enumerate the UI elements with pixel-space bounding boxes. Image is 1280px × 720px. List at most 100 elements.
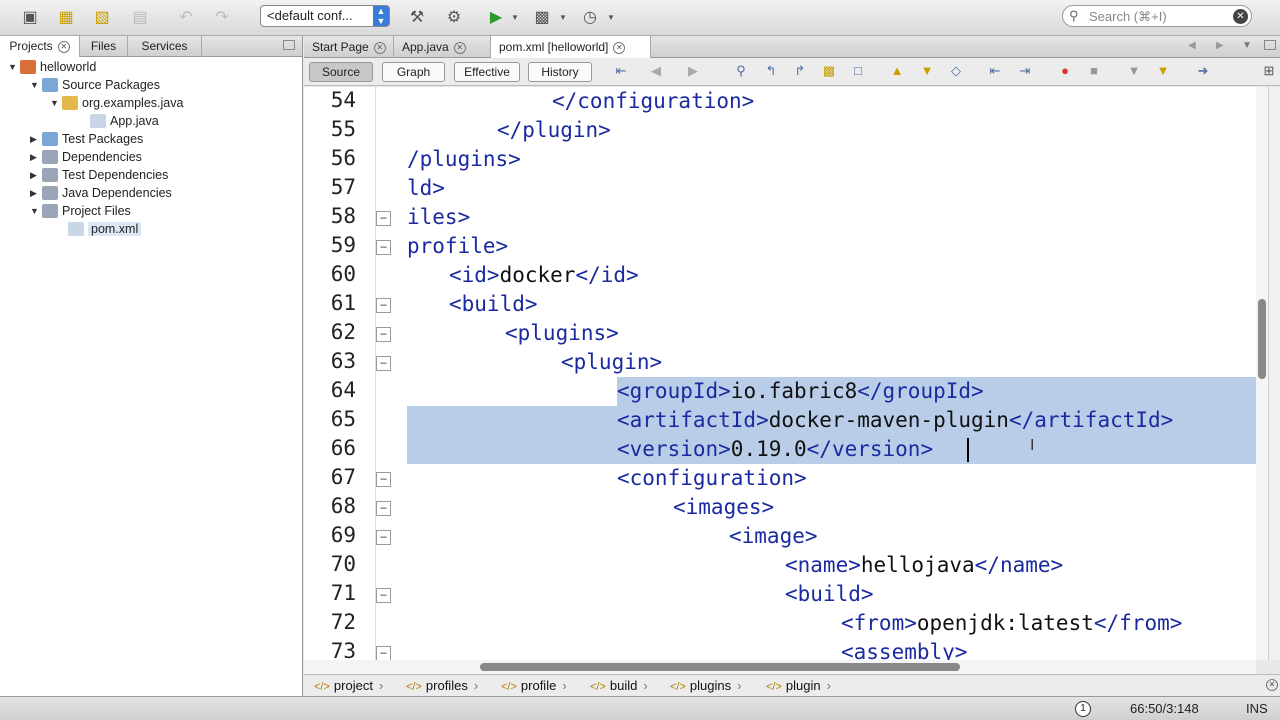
toggle-highlight-icon[interactable]: ▩ [820, 63, 838, 81]
code-line[interactable]: <images> [407, 493, 1256, 522]
view-effective-button[interactable]: Effective [454, 62, 520, 82]
tree-item-test-packages[interactable]: ▶ Test Packages [30, 130, 143, 148]
code-line[interactable]: <configuration> [407, 464, 1256, 493]
find-next-icon[interactable]: ↱ [791, 63, 809, 81]
shift-left-icon[interactable]: ⇤ [986, 63, 1004, 81]
code-line[interactable]: <id>docker</id> [407, 261, 1256, 290]
view-graph-button[interactable]: Graph [382, 62, 445, 82]
profile-menu-chevron-icon[interactable]: ▼ [599, 6, 623, 28]
breadcrumb-item-plugins[interactable]: </> plugins › [670, 678, 741, 693]
breadcrumb-item-profile[interactable]: </> profile › [501, 678, 567, 693]
tab-projects[interactable]: Projects ✕ [0, 36, 80, 57]
code-line[interactable]: <groupId>io.fabric8</groupId> [407, 377, 1256, 406]
search-input[interactable]: ⚲ Search (⌘+I) ✕ [1062, 5, 1252, 27]
code-line[interactable]: /plugins> [407, 145, 1256, 174]
vertical-scroll-thumb[interactable] [1258, 299, 1266, 379]
tab-list-chevron-icon[interactable]: ▼ [1242, 40, 1252, 51]
code-line[interactable]: <image> [407, 522, 1256, 551]
clean-build-icon[interactable]: ⚙ [442, 6, 466, 28]
check-xml-icon[interactable]: ▼ [1125, 63, 1143, 81]
scroll-tabs-right-icon[interactable]: ▶ [1216, 40, 1224, 51]
fold-toggle-icon[interactable]: − [376, 327, 391, 342]
fold-toggle-icon[interactable]: − [376, 588, 391, 603]
tab-start-page[interactable]: Start Page ✕ [304, 36, 394, 58]
configuration-select[interactable]: <default conf... ▲ ▼ [260, 5, 390, 27]
tree-item-pom-xml[interactable]: pom.xml [56, 220, 142, 238]
build-hammer-icon[interactable]: ⚒ [405, 6, 429, 28]
close-icon[interactable]: ✕ [453, 41, 466, 54]
close-icon[interactable]: ✕ [57, 40, 70, 53]
code-line[interactable]: <name>hellojava</name> [407, 551, 1256, 580]
notifications-badge[interactable]: 1 [1075, 701, 1091, 717]
view-source-button[interactable]: Source [309, 62, 373, 82]
code-line[interactable]: profile> [407, 232, 1256, 261]
open-project-icon[interactable]: ▧ [90, 6, 114, 28]
tree-item-java-dependencies[interactable]: ▶ Java Dependencies [30, 184, 172, 202]
new-file-icon[interactable]: ▣ [18, 6, 42, 28]
tree-item-dependencies[interactable]: ▶ Dependencies [30, 148, 142, 166]
fold-toggle-icon[interactable]: − [376, 646, 391, 660]
fold-toggle-icon[interactable]: − [376, 356, 391, 371]
breadcrumb-item-project[interactable]: </> project › [314, 678, 383, 693]
close-breadcrumb-icon[interactable]: ✕ [1266, 679, 1278, 691]
find-previous-icon[interactable]: ↰ [762, 63, 780, 81]
horizontal-scrollbar[interactable] [304, 660, 1256, 674]
fold-toggle-icon[interactable]: − [376, 472, 391, 487]
expand-toolbar-icon[interactable]: ⊞ [1260, 63, 1278, 81]
horizontal-scroll-thumb[interactable] [480, 663, 960, 671]
close-icon[interactable]: ✕ [373, 41, 386, 54]
redo-icon[interactable]: ↷ [210, 6, 234, 28]
clear-search-icon[interactable]: ✕ [1233, 9, 1248, 24]
scroll-tabs-left-icon[interactable]: ◀ [1188, 40, 1196, 51]
forward-icon[interactable]: ▶ [684, 63, 702, 81]
tree-item-source-packages[interactable]: ▼ Source Packages [30, 76, 160, 94]
vertical-scrollbar[interactable] [1256, 87, 1268, 660]
tab-app-java[interactable]: App.java ✕ [394, 36, 491, 58]
xsl-transform-icon[interactable]: ➜ [1194, 63, 1212, 81]
code-line[interactable]: <plugins> [407, 319, 1256, 348]
breadcrumb-item-profiles[interactable]: </> profiles › [406, 678, 478, 693]
save-all-icon[interactable]: ▤ [128, 6, 152, 28]
code-line[interactable]: ld> [407, 174, 1256, 203]
fold-toggle-icon[interactable]: − [376, 211, 391, 226]
debug-menu-chevron-icon[interactable]: ▼ [551, 6, 575, 28]
code-line[interactable]: iles> [407, 203, 1256, 232]
code-line[interactable]: <build> [407, 580, 1256, 609]
code-line[interactable]: <from>openjdk:latest</from> [407, 609, 1256, 638]
next-bookmark-icon[interactable]: ▼ [918, 63, 936, 81]
find-icon[interactable]: ⚲ [732, 63, 750, 81]
code-editor[interactable]: 54 55 56 57 58 59 60 61 62 63 64 65 66 67 68 69 70 71 72 73… [304, 87, 1256, 660]
code-line[interactable]: <assembly> [407, 638, 1256, 660]
fold-toggle-icon[interactable]: − [376, 530, 391, 545]
new-project-icon[interactable]: ▦ [54, 6, 78, 28]
run-menu-chevron-icon[interactable]: ▼ [503, 6, 527, 28]
tree-item-project-files[interactable]: ▼ Project Files [30, 202, 131, 220]
breadcrumb-item-plugin[interactable]: </> plugin › [766, 678, 831, 693]
validate-xml-icon[interactable]: ▼ [1154, 63, 1172, 81]
code-line[interactable]: <plugin> [407, 348, 1256, 377]
fold-toggle-icon[interactable]: − [376, 298, 391, 313]
minimize-panel-icon[interactable] [283, 40, 295, 50]
rect-select-icon[interactable]: □ [849, 63, 867, 81]
tree-item-test-dependencies[interactable]: ▶ Test Dependencies [30, 166, 168, 184]
undo-icon[interactable]: ↶ [174, 6, 198, 28]
view-history-button[interactable]: History [528, 62, 592, 82]
toggle-bookmark-icon[interactable]: ◇ [947, 63, 965, 81]
close-icon[interactable]: ✕ [613, 41, 626, 54]
code-line[interactable]: <version>0.19.0</version> [407, 435, 1256, 464]
tree-item-package[interactable]: ▼ org.examples.java [50, 94, 183, 112]
stop-macro-icon[interactable]: ■ [1085, 63, 1103, 81]
tree-item-helloworld[interactable]: ▼ helloworld [8, 58, 96, 76]
shift-right-icon[interactable]: ⇥ [1016, 63, 1034, 81]
code-line[interactable]: <artifactId>docker-maven-plugin</artifac… [407, 406, 1256, 435]
previous-bookmark-icon[interactable]: ▲ [888, 63, 906, 81]
fold-toggle-icon[interactable]: − [376, 240, 391, 255]
code-line[interactable]: </plugin> [407, 116, 1256, 145]
fold-toggle-icon[interactable]: − [376, 501, 391, 516]
tab-files[interactable]: Files [80, 36, 128, 57]
code-line[interactable]: <build> [407, 290, 1256, 319]
tree-item-app-java[interactable]: App.java [78, 112, 159, 130]
maximize-icon[interactable] [1264, 40, 1276, 50]
last-edit-icon[interactable]: ⇤ [612, 63, 630, 81]
tab-services[interactable]: Services [128, 36, 202, 57]
